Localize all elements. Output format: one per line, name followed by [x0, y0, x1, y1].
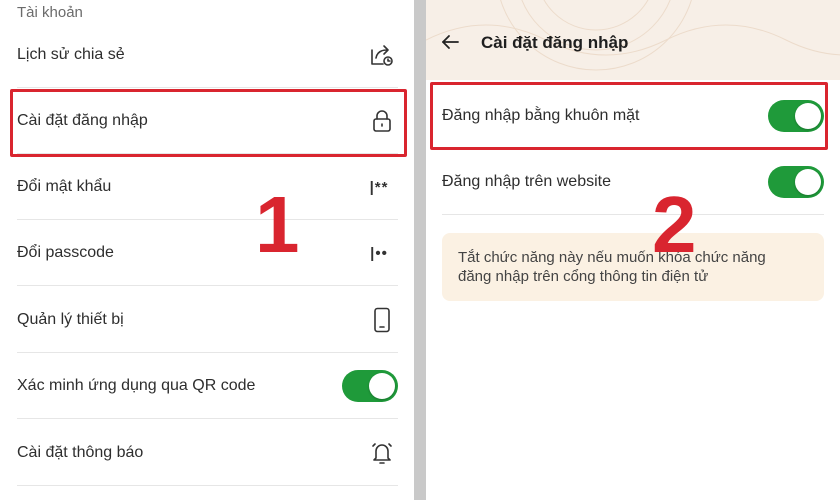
note-line-1: Tắt chức năng này nếu muốn khóa chức năn… [458, 249, 766, 266]
setting-label: Đăng nhập trên website [442, 173, 611, 190]
divider [17, 285, 398, 286]
menu-item-label: Đổi mật khẩu [17, 178, 112, 195]
menu-item-label: Đổi passcode [17, 244, 114, 261]
menu-item-label: Quản lý thiết bị [17, 311, 124, 328]
note-line-2: đăng nhập trên cổng thông tin điện tử [458, 268, 709, 285]
menu-item-notification-settings[interactable]: Cài đặt thông báo [0, 420, 414, 486]
passcode-icon: |•• [370, 244, 388, 262]
menu-item-qr-verification: Xác minh ứng dụng qua QR code [0, 353, 414, 419]
menu-item-change-passcode[interactable]: Đổi passcode |•• [0, 220, 414, 286]
info-note: Tắt chức năng này nếu muốn khóa chức năn… [442, 233, 824, 301]
header-bar: Cài đặt đăng nhập [426, 0, 840, 80]
toggle-knob [795, 169, 821, 195]
login-settings-panel: Cài đặt đăng nhập Đăng nhập bằng khuôn m… [426, 0, 840, 500]
divider [17, 418, 398, 419]
setting-row-website-login: Đăng nhập trên website [426, 149, 840, 215]
step-number-2: 2 [652, 180, 697, 269]
menu-item-device-management[interactable]: Quản lý thiết bị [0, 287, 414, 353]
step-number-1: 1 [255, 180, 300, 269]
divider [442, 214, 824, 215]
page-title: Cài đặt đăng nhập [481, 33, 629, 52]
highlight-box-face-login [430, 82, 828, 150]
phone-icon [368, 306, 396, 334]
website-login-toggle[interactable] [768, 166, 824, 198]
menu-item-share-history[interactable]: Lịch sử chia sẻ [0, 22, 414, 88]
share-history-icon [368, 41, 396, 69]
menu-item-label: Lịch sử chia sẻ [17, 46, 125, 63]
password-icon: |** [369, 178, 389, 196]
highlight-box-login-settings [10, 89, 407, 157]
toggle-knob [369, 373, 395, 399]
section-title: Tài khoản [17, 4, 83, 21]
bell-icon [368, 439, 396, 467]
account-settings-panel: Tài khoản Lịch sử chia sẻ Cài đặt đăng n… [0, 0, 414, 500]
divider [17, 485, 398, 486]
back-arrow-icon[interactable] [438, 30, 462, 54]
qr-verification-toggle[interactable] [342, 370, 398, 402]
menu-item-label: Xác minh ứng dụng qua QR code [17, 377, 256, 394]
menu-item-label: Cài đặt thông báo [17, 444, 144, 461]
menu-item-change-password[interactable]: Đổi mật khẩu |** [0, 154, 414, 220]
